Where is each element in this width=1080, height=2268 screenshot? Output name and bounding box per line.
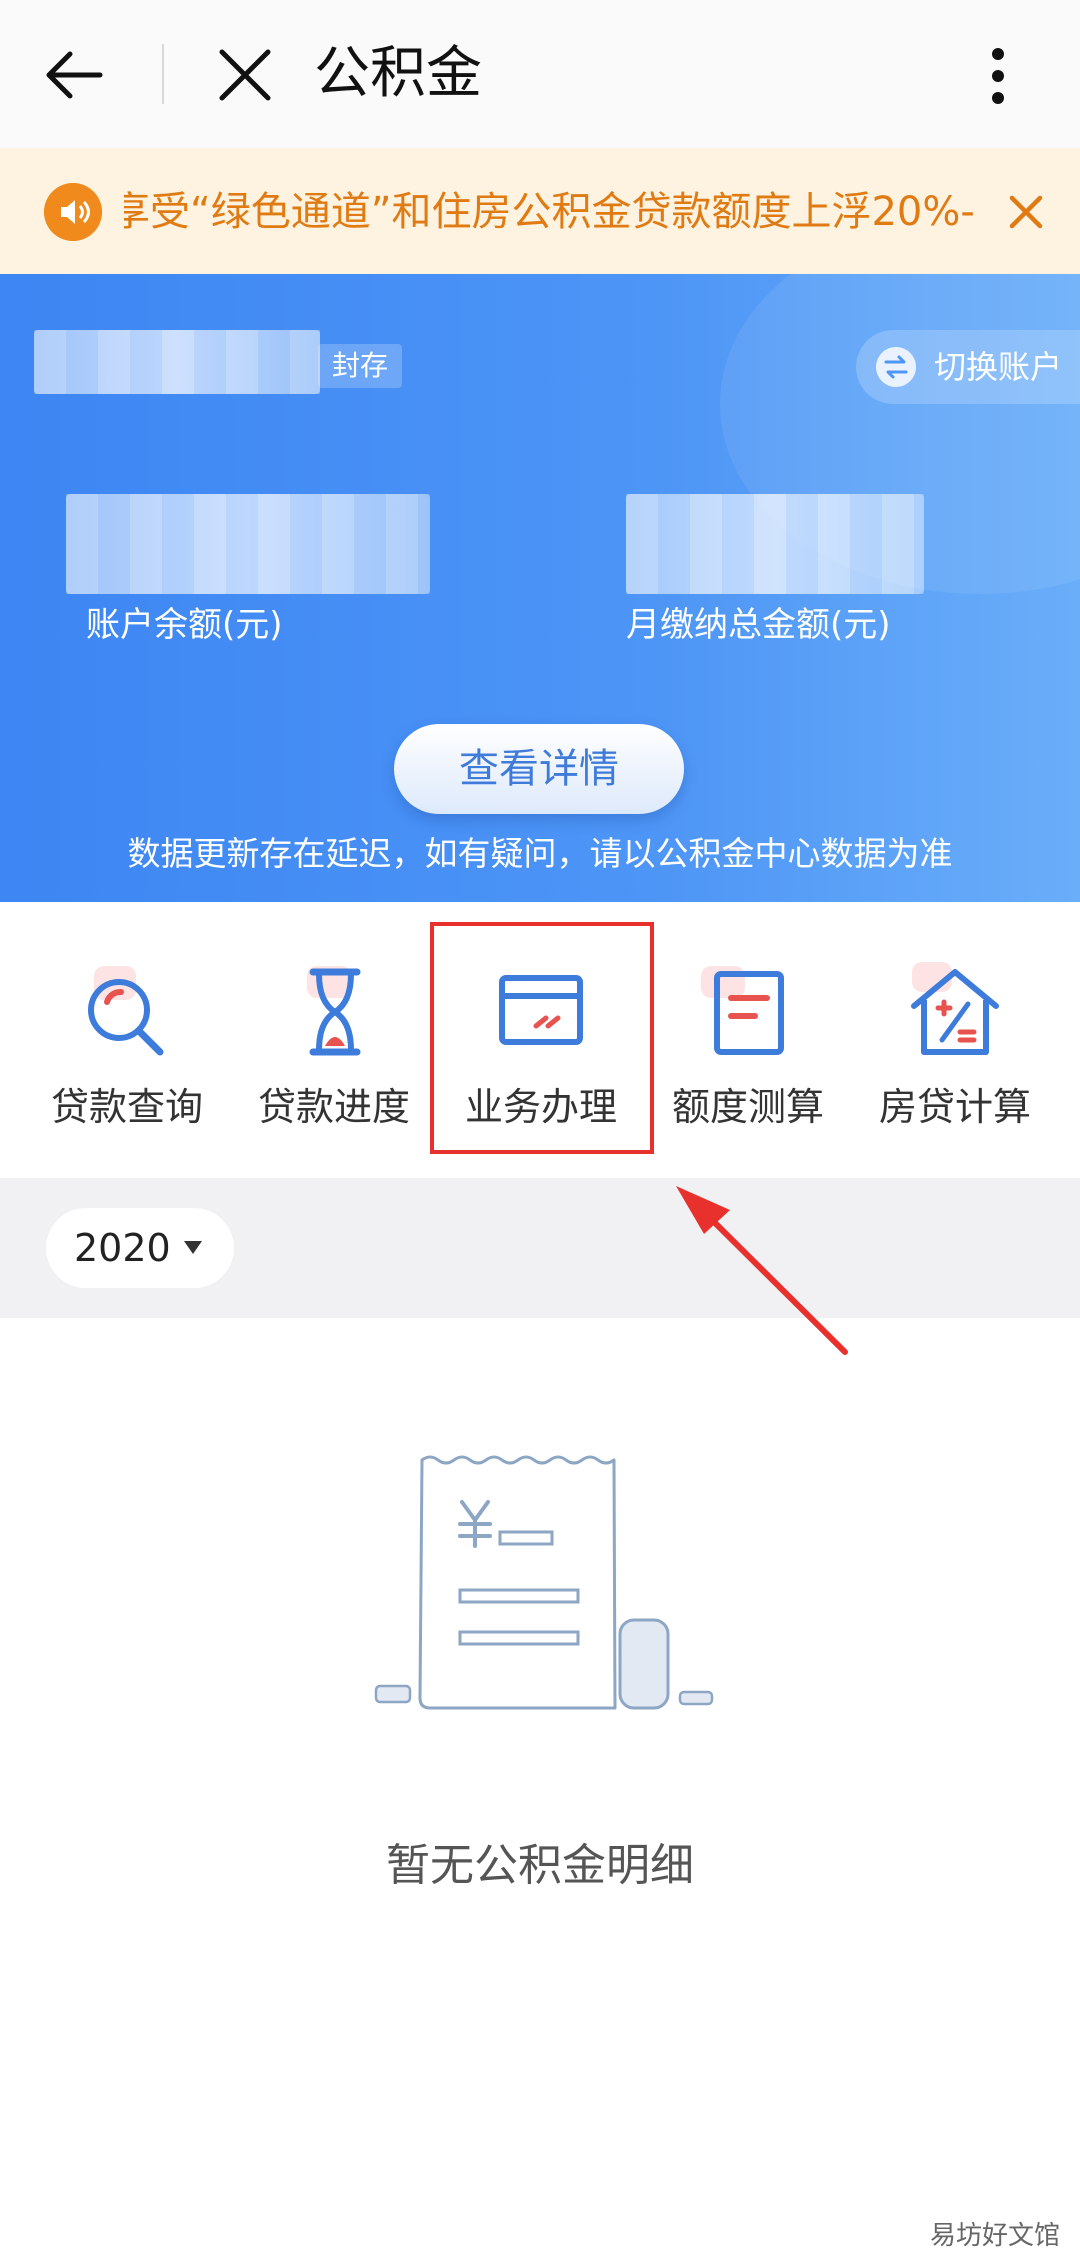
app-bar: 公积金 (0, 0, 1080, 149)
empty-receipt-illustration (374, 1455, 714, 1710)
action-mortgage-calculator[interactable]: 房贷计算 (852, 902, 1058, 1178)
data-delay-note: 数据更新存在延迟，如有疑问，请以公积金中心数据为准 (127, 834, 953, 873)
year-value: 2020 (74, 1226, 171, 1270)
card-icon (499, 975, 583, 1045)
notice-text[interactable]: 享受“绿色通道”和住房公积金贷款额度上浮20%-50% (124, 182, 974, 242)
action-label: 业务办理 (464, 1085, 617, 1129)
action-quota-estimate[interactable]: 额度测算 (645, 902, 851, 1178)
notice-text-content: 享受“绿色通道”和住房公积金贷款额度上浮20%-50% (124, 189, 974, 235)
monthly-value-redacted (626, 494, 924, 594)
account-name-redacted (34, 330, 320, 394)
action-label: 房贷计算 (878, 1085, 1031, 1129)
balance-value-redacted (66, 494, 430, 594)
action-label: 贷款查询 (50, 1085, 203, 1129)
status-badge: 封存 (318, 344, 403, 388)
close-notice-icon[interactable] (1006, 192, 1046, 232)
year-selector[interactable]: 2020 (46, 1208, 234, 1288)
balance-label: 账户余额(元) (86, 605, 283, 645)
notice-banner: 享受“绿色通道”和住房公积金贷款额度上浮20%-50% (0, 148, 1080, 274)
filter-bar: 2020 (0, 1178, 1080, 1318)
back-arrow-icon[interactable] (40, 40, 110, 110)
view-details-button[interactable]: 查看详情 (394, 724, 684, 814)
empty-state-text: 暂无公积金明细 (386, 1840, 694, 1891)
switch-account-label: 切换账户 (934, 348, 1063, 386)
action-loan-progress[interactable]: 贷款进度 (231, 902, 437, 1178)
watermark: 易坊好文馆 (930, 2221, 1061, 2251)
house-calculator-icon (911, 962, 999, 1055)
action-label: 贷款进度 (257, 1085, 410, 1129)
caret-down-icon (184, 1241, 202, 1254)
action-loan-query[interactable]: 贷款查询 (24, 902, 230, 1178)
document-icon (701, 966, 784, 1055)
action-label: 额度测算 (671, 1085, 824, 1129)
speaker-icon (44, 183, 102, 241)
divider (162, 44, 164, 104)
hourglass-icon (307, 966, 361, 1056)
account-card: 封存 切换账户 账户余额(元) 月缴纳总金额(元) 查看详情 数据更新存在延迟，… (0, 274, 1080, 902)
close-icon[interactable] (212, 42, 278, 108)
switch-icon (876, 347, 916, 387)
monthly-total-label: 月缴纳总金额(元) (626, 605, 891, 645)
quick-actions: 贷款查询 贷款进度 业务办理 额度测算 房贷计算 (0, 902, 1080, 1178)
page-title: 公积金 (314, 41, 482, 106)
action-business-handling[interactable]: 业务办理 (438, 902, 644, 1178)
loan-search-icon (88, 966, 164, 1056)
switch-account-button[interactable]: 切换账户 (856, 330, 1080, 404)
more-options-icon[interactable] (968, 40, 1028, 112)
